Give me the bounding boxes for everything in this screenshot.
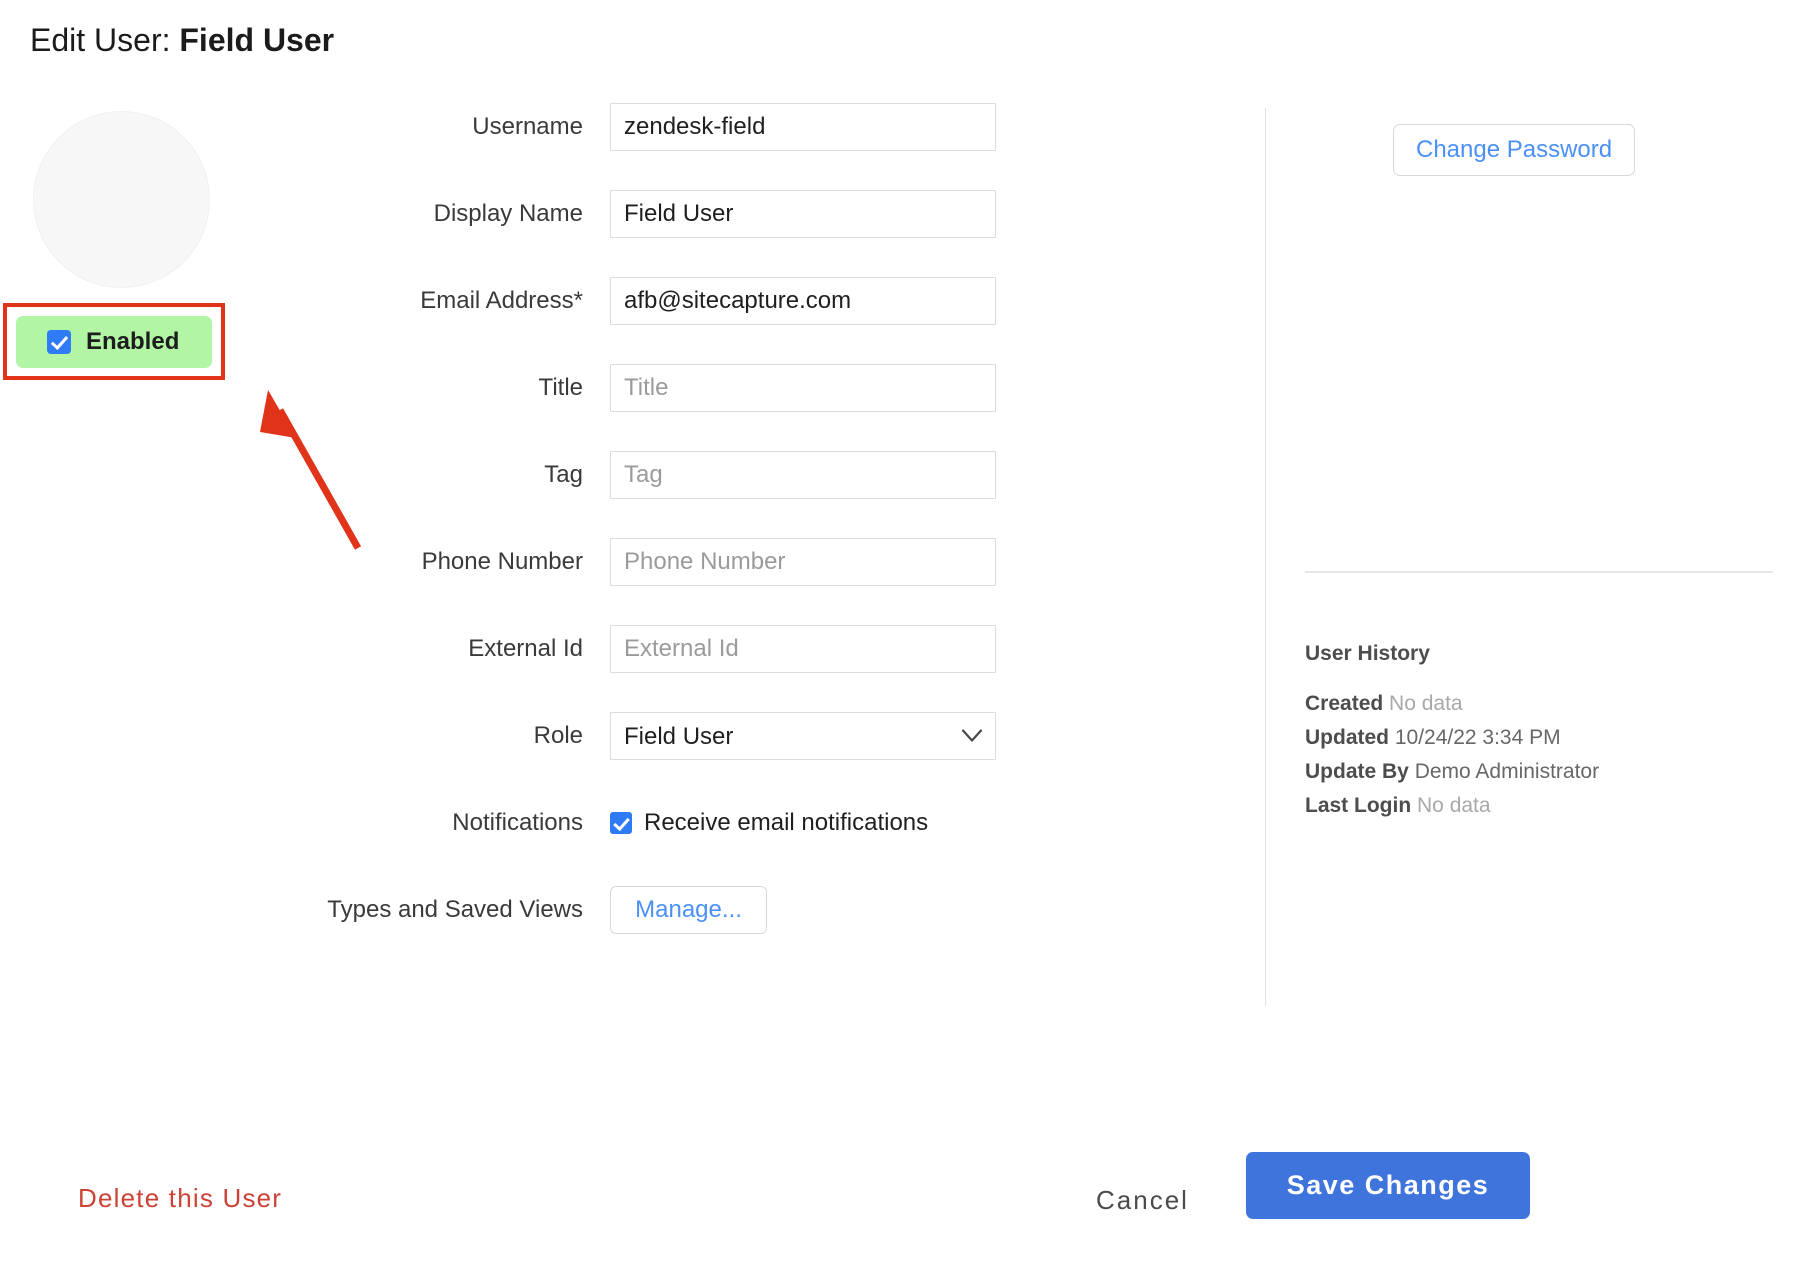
label-notifications: Notifications [452,809,583,836]
role-select[interactable]: Field User [610,712,996,760]
history-key-updated: Updated [1305,726,1389,749]
label-phone-number: Phone Number [421,548,583,575]
user-history-title: User History [1305,642,1430,665]
form-row-phone: Phone Number [0,538,1050,586]
history-value-created: No data [1389,692,1463,715]
phone-number-input[interactable] [610,538,996,586]
right-panel: Change Password [1305,108,1775,176]
form-row-external-id: External Id [0,625,1050,673]
page-title-prefix: Edit User: [30,22,171,58]
label-types-and-saved-views: Types and Saved Views [327,896,583,923]
history-row-update-by: Update By Demo Administrator [1305,755,1775,789]
label-username: Username [472,113,583,140]
email-notifications-label: Receive email notifications [644,809,929,836]
user-form: Username Display Name Email Address* Tit… [0,103,1050,934]
email-notifications-toggle[interactable]: Receive email notifications [610,809,928,837]
manage-button[interactable]: Manage... [610,886,767,934]
history-value-update-by: Demo Administrator [1414,760,1600,783]
label-tag: Tag [544,461,583,488]
panel-divider [1305,571,1773,573]
history-key-created: Created [1305,692,1384,715]
history-row-created: Created No data [1305,687,1775,721]
form-row-role: Role Field User [0,712,1050,760]
page-title-username: Field User [179,22,335,58]
title-input[interactable] [610,364,996,412]
form-row-display-name: Display Name [0,190,1050,238]
label-display-name: Display Name [433,200,583,227]
username-input[interactable] [610,103,996,151]
history-value-last-login: No data [1417,794,1491,817]
history-row-last-login: Last Login No data [1305,789,1775,823]
page-title: Edit User: Field User [30,22,334,59]
label-role: Role [533,722,583,749]
form-row-types-saved-views: Types and Saved Views Manage... [0,886,1050,934]
tag-input[interactable] [610,451,996,499]
history-key-last-login: Last Login [1305,794,1412,817]
external-id-input[interactable] [610,625,996,673]
label-email-address: Email Address* [420,287,583,314]
cancel-button[interactable]: Cancel [1096,1185,1189,1216]
history-value-updated: 10/24/22 3:34 PM [1394,726,1561,749]
label-title: Title [538,374,583,401]
history-row-updated: Updated 10/24/22 3:34 PM [1305,721,1775,755]
form-row-title: Title [0,364,1050,412]
email-notifications-checkbox-icon[interactable] [610,812,632,834]
form-row-tag: Tag [0,451,1050,499]
label-external-id: External Id [468,635,583,662]
save-changes-button[interactable]: Save Changes [1246,1152,1530,1219]
email-input[interactable] [610,277,996,325]
role-select-wrapper[interactable]: Field User [610,712,996,760]
delete-user-link[interactable]: Delete this User [78,1183,282,1214]
display-name-input[interactable] [610,190,996,238]
form-row-username: Username [0,103,1050,151]
history-key-update-by: Update By [1305,760,1409,783]
vertical-divider [1265,108,1266,1006]
user-history-section: User History Created No data Updated 10/… [1305,637,1775,823]
form-row-notifications: Notifications Receive email notification… [0,799,1050,847]
form-row-email: Email Address* [0,277,1050,325]
change-password-button[interactable]: Change Password [1393,124,1636,176]
